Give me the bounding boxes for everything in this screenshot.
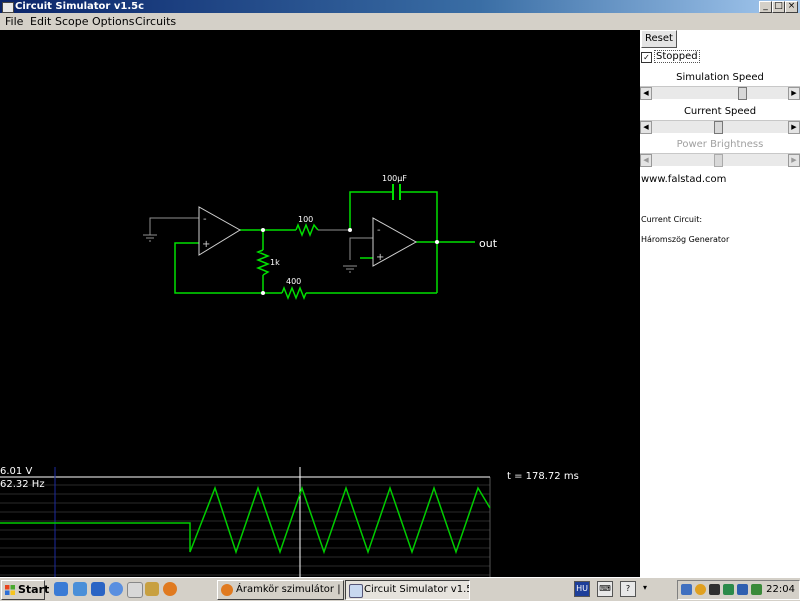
quick-launch-ie-icon[interactable] — [54, 582, 68, 596]
windows-flag-icon — [5, 585, 15, 595]
quick-launch-clock-icon[interactable] — [127, 582, 143, 598]
app-icon — [2, 2, 14, 13]
quick-launch-explorer-icon[interactable] — [91, 582, 105, 596]
quick-launch-app-icon[interactable] — [145, 582, 159, 596]
current-speed-label: Current Speed — [683, 106, 757, 117]
stopped-label: Stopped — [654, 50, 700, 63]
ground-wires — [143, 217, 373, 273]
capacitor-label: 100µF — [382, 174, 407, 183]
circuit-diagram[interactable]: - + - + 100 1k 400 100µF out 6.01 V 62.3… — [0, 30, 640, 577]
scope-trace — [0, 485, 491, 555]
title-bar: Circuit Simulator v1.5c _ □ × — [0, 0, 800, 13]
left-arrow-icon[interactable]: ◀ — [640, 87, 652, 100]
op-amp-1-minus: - — [203, 214, 207, 225]
start-label: Start — [18, 583, 50, 596]
op-amp-1[interactable]: - + — [198, 206, 241, 256]
simulation-speed-slider[interactable]: ◀ ▶ — [640, 86, 800, 100]
volume-icon[interactable] — [751, 584, 762, 595]
help-icon[interactable]: ? — [620, 581, 636, 597]
quick-launch-folder-icon[interactable] — [73, 582, 87, 596]
menu-edit[interactable]: Edit — [30, 13, 51, 30]
menu-circuits[interactable]: Circuits — [135, 13, 176, 30]
system-tray: 22:04 — [677, 580, 800, 600]
task-circuit-simulator[interactable]: Circuit Simulator v1.5c — [345, 580, 470, 600]
maximize-button[interactable]: □ — [772, 1, 785, 13]
update-icon[interactable] — [723, 584, 734, 595]
left-arrow-icon[interactable]: ◀ — [640, 154, 652, 167]
op-amp-2-minus: - — [377, 225, 381, 236]
scope-voltage: 6.01 V — [0, 466, 32, 477]
language-indicator[interactable]: HU — [574, 581, 590, 597]
current-speed-slider[interactable]: ◀ ▶ — [640, 120, 800, 134]
window-title: Circuit Simulator v1.5c — [15, 1, 145, 12]
menu-options[interactable]: Options — [92, 13, 134, 30]
quick-launch-firefox-icon[interactable] — [163, 582, 177, 596]
task-firefox[interactable]: Áramkör szimulátor | We... — [217, 580, 344, 600]
clock: 22:04 — [766, 584, 795, 595]
firefox-icon — [221, 584, 233, 596]
menu-scope[interactable]: Scope — [55, 13, 89, 30]
scope-frequency: 62.32 Hz — [0, 479, 45, 490]
antivirus-icon[interactable] — [709, 584, 720, 595]
tray-expand-icon[interactable]: ▾ — [641, 581, 649, 595]
java-icon — [349, 584, 363, 598]
power-brightness-slider[interactable]: ◀ ▶ — [640, 153, 800, 167]
op-amp-1-plus: + — [202, 239, 210, 250]
start-button[interactable]: Start — [1, 580, 49, 600]
power-brightness-label: Power Brightness — [676, 139, 764, 150]
left-arrow-icon[interactable]: ◀ — [640, 121, 652, 134]
slider-thumb[interactable] — [714, 154, 723, 167]
taskbar: Start Áramkör szimulátor | We... Circuit… — [0, 577, 800, 601]
quick-launch-media-icon[interactable] — [109, 582, 123, 596]
resistor-100[interactable] — [295, 222, 319, 238]
slider-thumb[interactable] — [738, 87, 747, 100]
website-link[interactable]: www.falstad.com — [641, 174, 726, 185]
op-amp-2[interactable]: - + — [372, 217, 418, 267]
security-icon[interactable] — [695, 584, 706, 595]
resistor-400[interactable] — [281, 285, 307, 301]
reset-button[interactable]: Reset — [641, 30, 677, 48]
resistor-100-label: 100 — [298, 215, 313, 224]
right-arrow-icon[interactable]: ▶ — [788, 154, 800, 167]
resistor-1k-label: 1k — [270, 258, 280, 267]
resistor-1k[interactable] — [255, 249, 271, 276]
current-circuit-label: Current Circuit: — [641, 215, 703, 224]
scope-view[interactable]: 6.01 V 62.32 Hz t = 178.72 ms — [0, 466, 579, 577]
control-panel: Reset ✓ Stopped Simulation Speed ◀ ▶ Curr… — [640, 30, 800, 577]
minimize-button[interactable]: _ — [759, 1, 772, 13]
bluetooth-icon[interactable] — [737, 584, 748, 595]
capacitor-100uf[interactable] — [392, 184, 401, 200]
checkbox-icon[interactable]: ✓ — [641, 52, 652, 63]
scope-time: t = 178.72 ms — [507, 471, 579, 482]
menu-bar: File Edit Scope Options Circuits — [0, 13, 800, 30]
output-label: out — [479, 237, 498, 250]
network-icon[interactable] — [681, 584, 692, 595]
stopped-checkbox[interactable]: ✓ Stopped — [641, 50, 700, 63]
op-amp-2-plus: + — [376, 252, 384, 263]
task-firefox-label: Áramkör szimulátor | We... — [236, 584, 343, 595]
circuit-canvas[interactable]: - + - + 100 1k 400 100µF out 6.01 V 62.3… — [0, 30, 640, 577]
close-button[interactable]: × — [785, 1, 798, 13]
simulation-speed-label: Simulation Speed — [676, 72, 764, 83]
menu-file[interactable]: File — [5, 13, 23, 30]
resistor-400-label: 400 — [286, 277, 301, 286]
keyboard-icon[interactable]: ⌨ — [597, 581, 613, 597]
task-circuit-simulator-label: Circuit Simulator v1.5c — [364, 584, 470, 595]
right-arrow-icon[interactable]: ▶ — [788, 87, 800, 100]
slider-thumb[interactable] — [714, 121, 723, 134]
current-circuit-name: Háromszög Generator — [641, 235, 730, 244]
right-arrow-icon[interactable]: ▶ — [788, 121, 800, 134]
